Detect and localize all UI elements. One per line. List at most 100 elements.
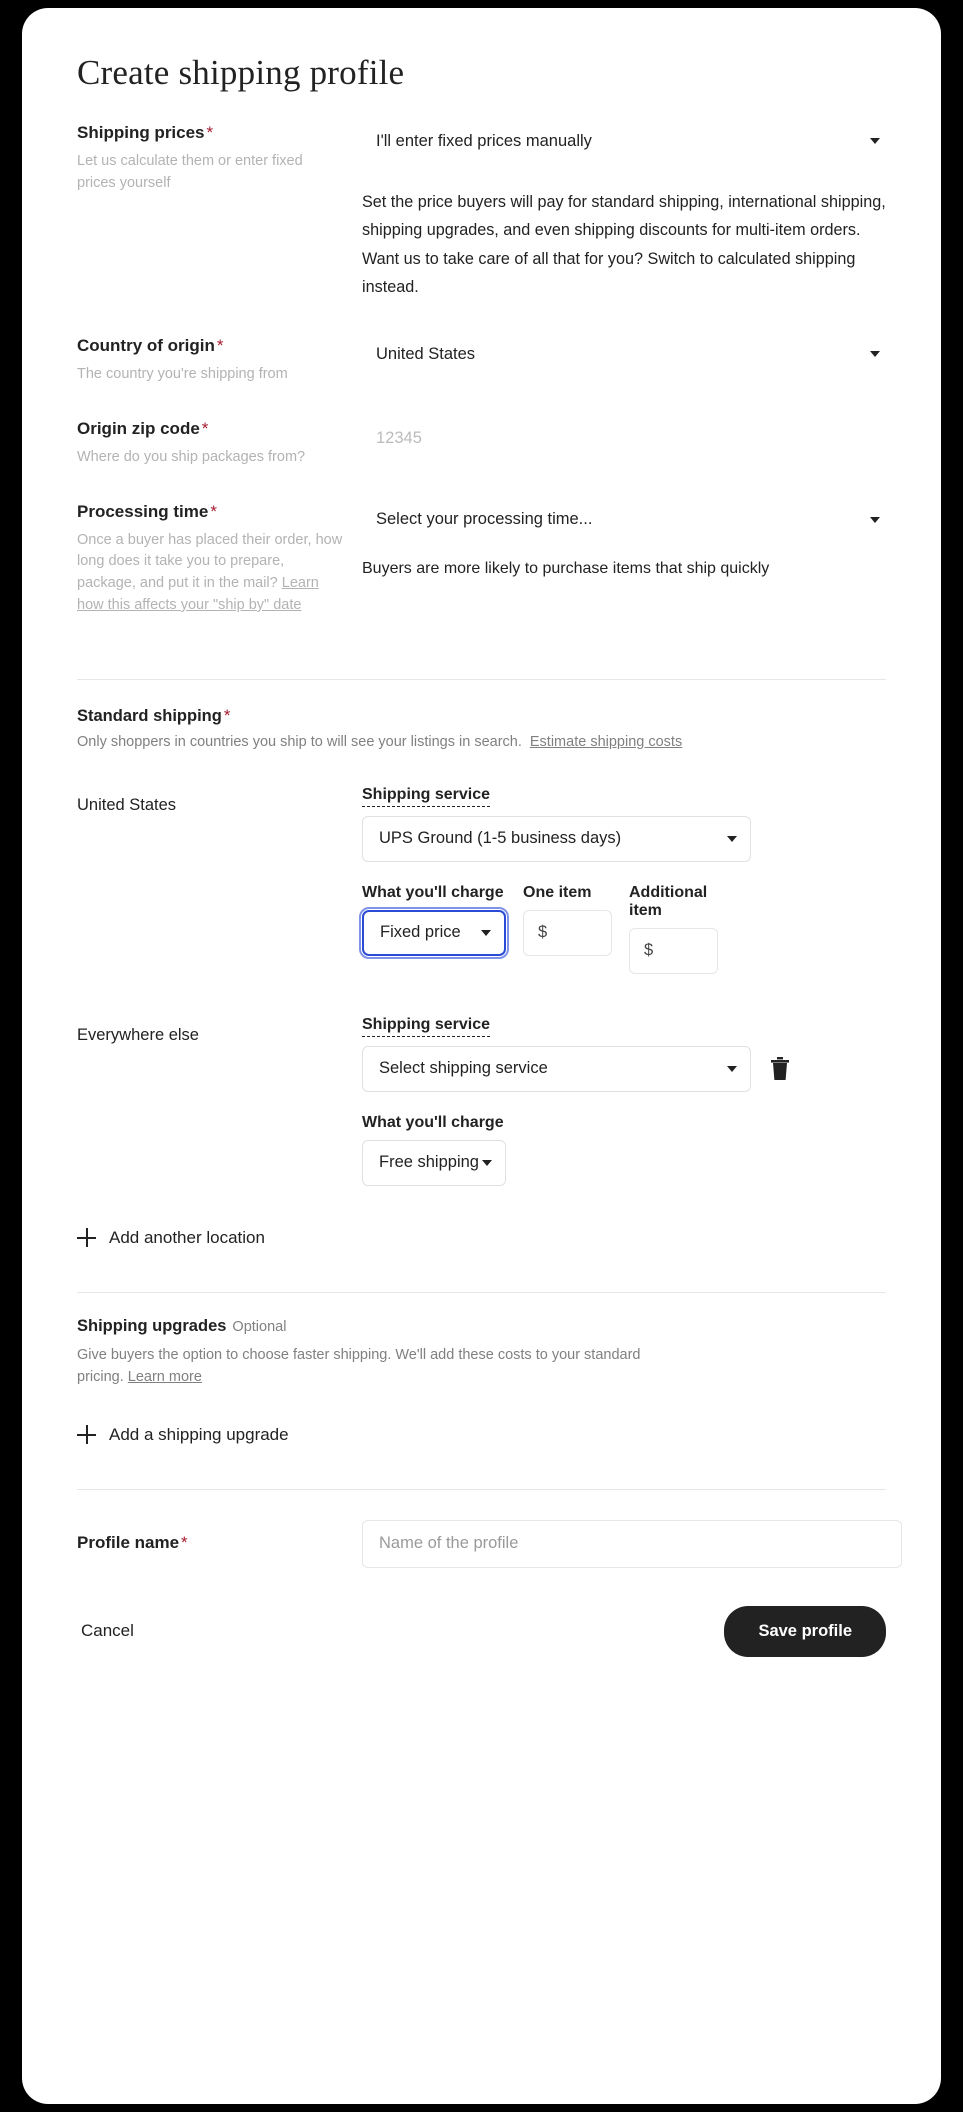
delete-location-icon[interactable] <box>769 1056 791 1082</box>
required-asterisk: * <box>216 336 224 356</box>
shipping-service-value: Select shipping service <box>379 1059 548 1078</box>
shipping-upgrades-title: Shipping upgrades Optional <box>77 1316 287 1335</box>
origin-zip-input[interactable]: 12345 <box>362 418 886 459</box>
country-field-col: United States <box>362 335 886 374</box>
processing-time-select[interactable]: Select your processing time... <box>362 500 886 539</box>
divider-shipping-upgrades <box>77 1291 886 1293</box>
plus-icon <box>77 1425 96 1445</box>
profile-name-placeholder: Name of the profile <box>379 1534 519 1553</box>
charge-fields-group: What you'll charge Fixed price One item … <box>359 883 886 974</box>
what-youll-charge-label: What you'll charge <box>362 1113 504 1131</box>
charge-type-group: What you'll charge Free shipping <box>362 1114 886 1186</box>
processing-time-help: Once a buyer has placed their order, how… <box>77 530 344 617</box>
one-item-price-input[interactable]: $ <box>523 909 612 956</box>
shipping-location-row: Everywhere else Shipping service Select … <box>77 1016 886 1186</box>
processing-time-note: Buyers are more likely to purchase items… <box>362 559 770 577</box>
shipping-prices-selected-value: I'll enter fixed prices manually <box>376 131 592 150</box>
additional-item-label: Additional item <box>629 883 708 919</box>
shipping-service-value: UPS Ground (1-5 business days) <box>379 829 622 848</box>
standard-shipping-description-text: Only shoppers in countries you ship to w… <box>77 733 522 750</box>
currency-symbol: $ <box>644 941 654 960</box>
charge-type-group: What you'll charge Fixed price <box>359 883 509 974</box>
additional-item-price-input[interactable]: $ <box>629 927 718 974</box>
required-asterisk: * <box>181 1533 188 1553</box>
charge-type-value: Fixed price <box>380 923 461 942</box>
profile-name-label: Profile name * <box>77 1533 188 1553</box>
required-asterisk: * <box>223 705 231 725</box>
required-asterisk: * <box>201 419 209 439</box>
chevron-down-icon <box>870 516 880 523</box>
origin-zip-label-col: Origin zip code * Where do you ship packa… <box>77 418 362 469</box>
service-and-delete-group: Select shipping service <box>362 1045 886 1092</box>
field-row-shipping-prices: Shipping prices * Let us calculate them o… <box>77 122 886 301</box>
country-of-origin-selected-value: United States <box>376 344 476 363</box>
shipping-prices-select[interactable]: I'll enter fixed prices manually <box>362 122 886 160</box>
save-profile-button[interactable]: Save profile <box>724 1605 886 1657</box>
origin-zip-label: Origin zip code * <box>77 419 209 439</box>
plus-icon <box>77 1228 96 1248</box>
origin-zip-placeholder: 12345 <box>376 428 422 447</box>
field-row-origin-zip: Origin zip code * Where do you ship packa… <box>77 418 886 469</box>
processing-time-field-col: Select your processing time... Buyers ar… <box>362 500 886 583</box>
field-row-profile-name: Profile name * Name of the profile <box>77 1519 902 1568</box>
page-title: Create shipping profile <box>77 53 405 92</box>
standard-shipping-description: Only shoppers in countries you ship to w… <box>77 734 886 750</box>
country-label-col: Country of origin * The country you're sh… <box>77 335 362 386</box>
shipping-service-label: Shipping service <box>362 1016 886 1037</box>
origin-zip-field-col: 12345 <box>362 418 886 459</box>
learn-more-link[interactable]: Learn more <box>128 1369 202 1385</box>
cancel-button[interactable]: Cancel <box>77 1611 138 1651</box>
chevron-down-icon <box>481 929 491 936</box>
required-asterisk: * <box>210 501 217 521</box>
profile-name-input[interactable]: Name of the profile <box>362 1519 902 1568</box>
what-youll-charge-label: What you'll charge <box>362 883 504 901</box>
one-item-label: One item <box>523 883 592 901</box>
location-fields-col: Shipping service UPS Ground (1-5 busines… <box>359 786 886 974</box>
location-name: United States <box>77 795 177 814</box>
chevron-down-icon <box>727 1065 737 1072</box>
location-fields-col: Shipping service Select shipping service <box>362 1016 886 1186</box>
shipping-service-select[interactable]: UPS Ground (1-5 business days) <box>362 815 751 862</box>
charge-type-select[interactable]: Free shipping <box>362 1139 506 1186</box>
location-name-col: United States <box>77 786 362 815</box>
country-of-origin-help: The country you're shipping from <box>77 366 288 383</box>
shipping-prices-field-col: I'll enter fixed prices manually Set the… <box>362 122 886 301</box>
required-asterisk: * <box>206 123 214 142</box>
processing-time-selected-value: Select your processing time... <box>376 510 593 529</box>
one-item-group: One item $ <box>523 884 612 974</box>
dialog-actions: Cancel Save profile <box>77 1605 886 1657</box>
add-another-location-button[interactable]: Add another location <box>77 1228 886 1248</box>
divider-profile-name <box>77 1488 886 1490</box>
shipping-prices-description: Set the price buyers will pay for standa… <box>362 193 886 297</box>
profile-name-label-col: Profile name * <box>77 1532 362 1555</box>
estimate-shipping-costs-link[interactable]: Estimate shipping costs <box>530 734 682 750</box>
location-name-col: Everywhere else <box>77 1016 362 1045</box>
shipping-profile-dialog: Create shipping profile Shipping prices *… <box>22 8 941 2104</box>
add-another-location-label: Add another location <box>109 1227 265 1247</box>
chevron-down-icon <box>870 138 880 144</box>
processing-time-label-col: Processing time * Once a buyer has placed… <box>77 501 362 617</box>
standard-shipping-section: Standard shipping * Only shoppers in coun… <box>77 706 886 750</box>
additional-item-group: Additional item $ <box>629 884 718 974</box>
optional-tag: Optional <box>232 1318 287 1335</box>
standard-shipping-title: Standard shipping * <box>77 705 231 725</box>
add-shipping-upgrade-label: Add a shipping upgrade <box>109 1424 289 1444</box>
profile-name-field-col: Name of the profile <box>362 1519 902 1568</box>
charge-type-select[interactable]: Fixed price <box>359 906 509 959</box>
shipping-upgrades-section: Shipping upgrades Optional Give buyers th… <box>77 1317 886 1445</box>
shipping-upgrades-description: Give buyers the option to choose faster … <box>77 1344 677 1389</box>
country-of-origin-select[interactable]: United States <box>362 335 886 374</box>
shipping-service-select[interactable]: Select shipping service <box>362 1045 751 1092</box>
shipping-prices-label: Shipping prices * <box>77 123 214 142</box>
add-shipping-upgrade-button[interactable]: Add a shipping upgrade <box>77 1425 886 1445</box>
chevron-down-icon <box>482 1159 492 1166</box>
currency-symbol: $ <box>538 923 548 942</box>
shipping-prices-help: Let us calculate them or enter fixed pri… <box>77 152 303 191</box>
chevron-down-icon <box>870 351 880 358</box>
processing-time-label: Processing time * <box>77 501 217 521</box>
shipping-service-label: Shipping service <box>362 786 886 807</box>
charge-type-value: Free shipping <box>379 1153 479 1172</box>
shipping-prices-label-col: Shipping prices * Let us calculate them o… <box>77 122 362 194</box>
field-row-country-of-origin: Country of origin * The country you're sh… <box>77 335 886 386</box>
divider-standard-shipping <box>77 678 886 680</box>
